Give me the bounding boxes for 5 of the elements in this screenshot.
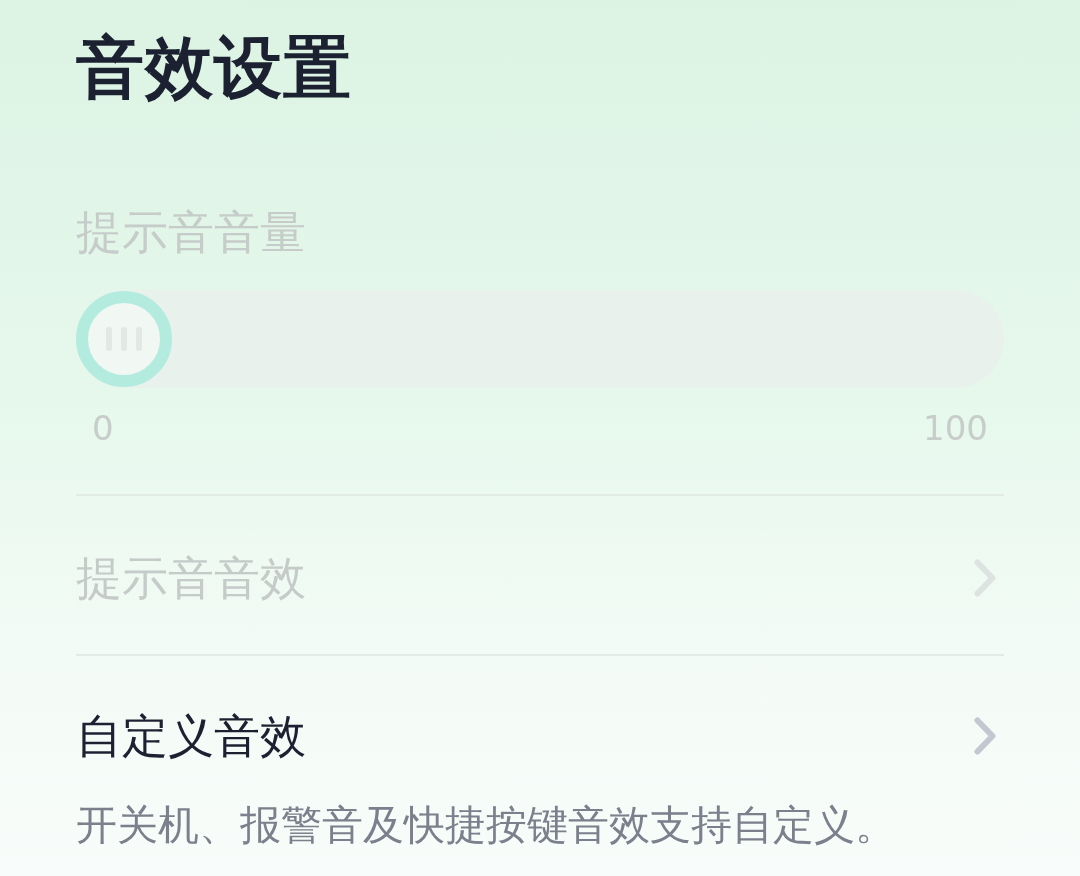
description-text: 开关机、报警音及快捷按键音效支持自定义。 bbox=[76, 800, 896, 850]
settings-list-item[interactable]: 自定义音效 bbox=[76, 656, 1004, 764]
chevron-right-icon bbox=[974, 559, 996, 597]
page-title: 音效设置 bbox=[76, 27, 352, 106]
chevron-right-icon bbox=[974, 717, 996, 755]
